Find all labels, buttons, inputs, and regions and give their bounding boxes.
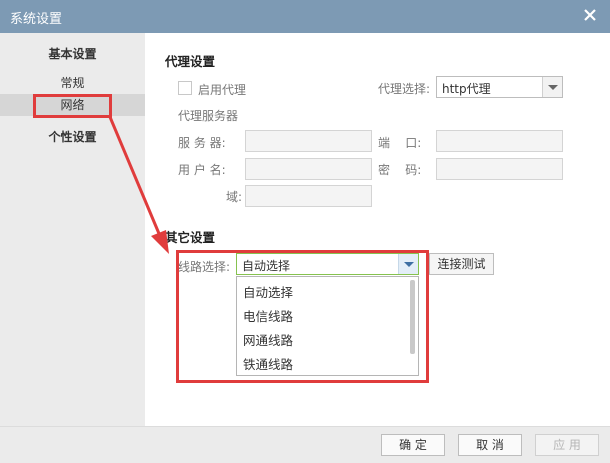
sidebar-header-basic: 基本设置 bbox=[48, 47, 97, 61]
proxy-server-group-label: 代理服务器 bbox=[178, 109, 239, 123]
route-select-label: 线路选择: bbox=[178, 260, 231, 274]
sidebar-item-network[interactable]: 网络 bbox=[0, 94, 145, 116]
proxy-type-label: 代理选择: bbox=[378, 82, 431, 96]
route-select[interactable]: 自动选择 bbox=[236, 253, 419, 275]
route-option-telecom[interactable]: 电信线路 bbox=[243, 306, 293, 325]
title-bar: 系统设置 bbox=[0, 0, 610, 33]
username-field-label: 用 户 名: bbox=[178, 163, 226, 177]
dropdown-scrollbar[interactable] bbox=[410, 280, 415, 354]
port-field-label: 端 口: bbox=[378, 136, 422, 150]
window-title: 系统设置 bbox=[10, 12, 63, 27]
route-dropdown-list: 自动选择 电信线路 网通线路 铁通线路 bbox=[236, 276, 419, 376]
dialog-footer: 确 定 取 消 应 用 bbox=[0, 426, 610, 463]
apply-button[interactable]: 应 用 bbox=[535, 434, 599, 456]
sidebar-header-personal[interactable]: 个性设置 bbox=[0, 128, 145, 145]
domain-input[interactable] bbox=[245, 185, 372, 207]
other-section-title: 其它设置 bbox=[165, 230, 216, 245]
server-field-label: 服 务 器: bbox=[178, 136, 226, 150]
route-option-netcom[interactable]: 网通线路 bbox=[243, 330, 293, 349]
settings-sidebar: 基本设置 常规 网络 个性设置 bbox=[0, 33, 145, 426]
domain-field-label: 域: bbox=[226, 190, 243, 204]
route-option-railcom[interactable]: 铁通线路 bbox=[243, 354, 293, 373]
username-input[interactable] bbox=[245, 158, 372, 180]
connection-test-button[interactable]: 连接测试 bbox=[429, 253, 494, 275]
chevron-down-icon[interactable] bbox=[542, 77, 562, 97]
route-option-auto[interactable]: 自动选择 bbox=[243, 282, 293, 301]
password-field-label: 密 码: bbox=[378, 163, 422, 177]
cancel-button[interactable]: 取 消 bbox=[458, 434, 522, 456]
sidebar-item-general[interactable]: 常规 bbox=[0, 74, 145, 91]
proxy-section-title: 代理设置 bbox=[165, 54, 216, 69]
port-input[interactable] bbox=[436, 130, 563, 152]
ok-button[interactable]: 确 定 bbox=[381, 434, 445, 456]
route-select-value: 自动选择 bbox=[242, 259, 291, 273]
proxy-type-select[interactable]: http代理 bbox=[436, 76, 563, 98]
proxy-type-value: http代理 bbox=[442, 82, 491, 96]
server-input[interactable] bbox=[245, 130, 372, 152]
password-input[interactable] bbox=[436, 158, 563, 180]
enable-proxy-checkbox[interactable] bbox=[178, 81, 192, 95]
enable-proxy-label: 启用代理 bbox=[198, 83, 247, 97]
close-icon[interactable] bbox=[580, 5, 600, 25]
chevron-down-icon[interactable] bbox=[398, 254, 418, 274]
